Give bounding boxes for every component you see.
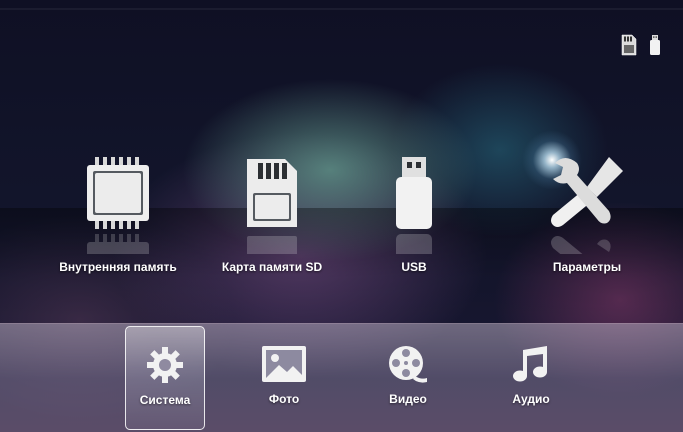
gear-icon	[145, 345, 185, 390]
wrench-screwdriver-icon	[547, 153, 627, 234]
source-internal-memory[interactable]: Внутренняя память	[43, 150, 193, 280]
source-sd-card[interactable]: Карта памяти SD	[197, 150, 347, 280]
source-usb[interactable]: USB	[339, 150, 489, 280]
tab-label: Система	[139, 393, 191, 407]
status-indicators	[621, 34, 661, 56]
film-reel-icon	[387, 344, 429, 389]
usb-status-icon	[649, 34, 661, 56]
bottom-tab-bar	[0, 323, 683, 432]
media-home-screen: Внутренняя память Карта памяти SD USB Па…	[0, 0, 683, 432]
sd-card-icon	[245, 157, 299, 234]
tab-label: Фото	[268, 392, 300, 406]
source-label: Параметры	[552, 260, 622, 274]
memory-chip-icon	[83, 157, 153, 234]
tab-photo[interactable]: Фото	[244, 326, 324, 430]
sd-card-status-icon	[621, 34, 637, 56]
usb-drive-icon	[394, 157, 434, 234]
source-label: Внутренняя память	[59, 260, 177, 274]
tab-label: Аудио	[512, 392, 550, 406]
tab-system[interactable]: Система	[125, 326, 205, 430]
tab-label: Видео	[389, 392, 427, 406]
tab-audio[interactable]: Аудио	[491, 326, 571, 430]
source-label: Карта памяти SD	[221, 260, 323, 274]
photo-icon	[261, 345, 307, 388]
source-settings[interactable]: Параметры	[512, 130, 662, 280]
music-note-icon	[511, 344, 551, 389]
tab-video[interactable]: Видео	[368, 326, 448, 430]
source-label: USB	[401, 260, 427, 274]
